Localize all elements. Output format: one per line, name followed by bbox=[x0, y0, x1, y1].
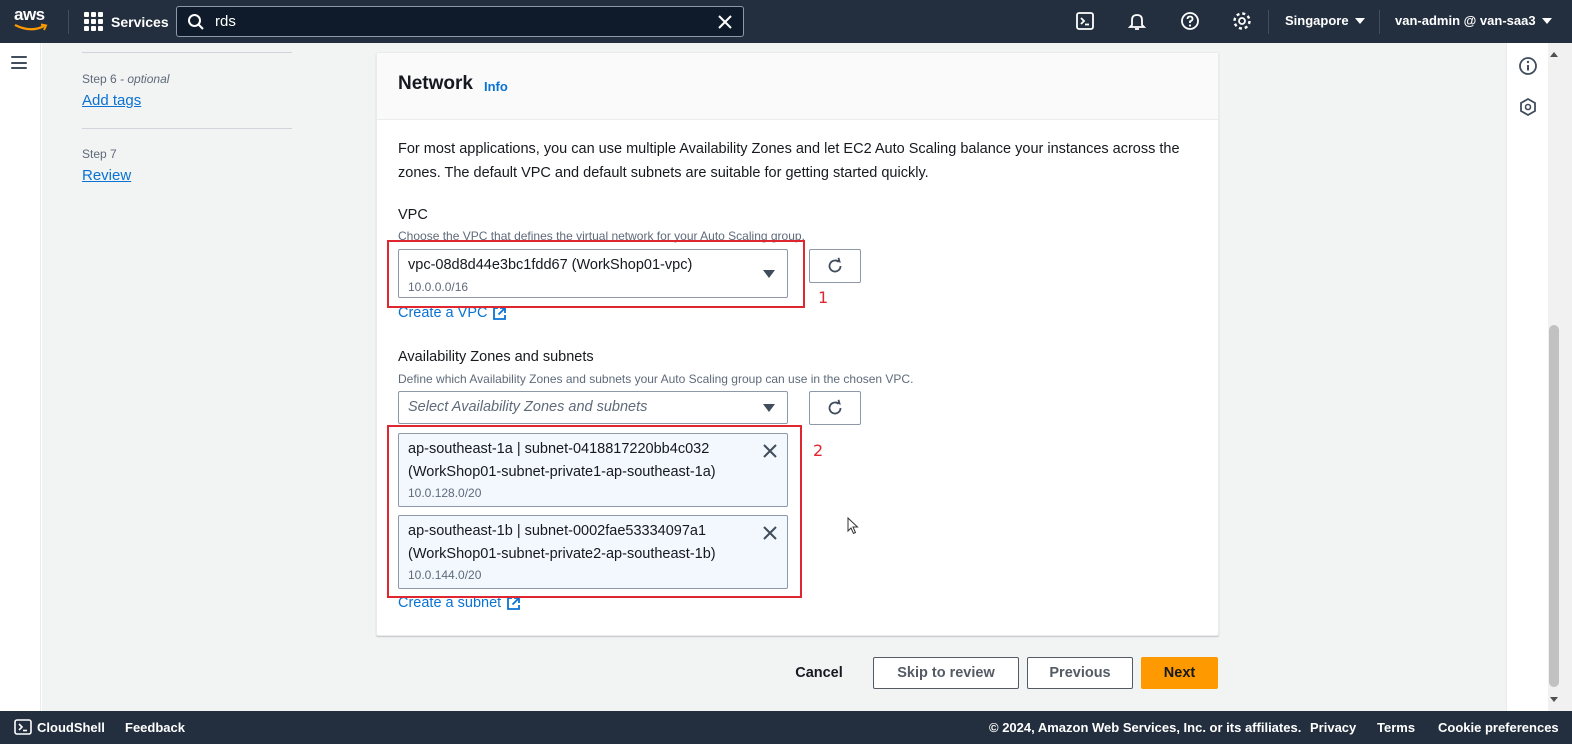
step-link-add-tags[interactable]: Add tags bbox=[82, 92, 292, 109]
cancel-button[interactable]: Cancel bbox=[782, 657, 856, 689]
refresh-icon bbox=[828, 399, 842, 415]
nav-divider bbox=[68, 10, 69, 34]
skip-to-review-button[interactable]: Skip to review bbox=[873, 657, 1019, 689]
caret-down-icon bbox=[1354, 17, 1365, 24]
annotation-label-2: 2 bbox=[813, 441, 824, 460]
search-box[interactable] bbox=[176, 6, 744, 37]
aws-smile-icon bbox=[14, 23, 48, 31]
wizard-steps: Step 6 - optional Add tags Step 7 Review bbox=[82, 52, 292, 184]
cloudshell-icon[interactable] bbox=[1075, 11, 1095, 31]
cloudshell-icon bbox=[14, 719, 32, 735]
panel-header: Network Info bbox=[377, 53, 1218, 120]
next-button[interactable]: Next bbox=[1141, 657, 1218, 689]
panel-title: Network bbox=[398, 73, 473, 94]
scroll-up-icon[interactable] bbox=[1549, 50, 1559, 60]
az-description: Define which Availability Zones and subn… bbox=[398, 372, 914, 386]
nav-divider bbox=[1268, 10, 1269, 34]
search-icon bbox=[188, 13, 204, 30]
footer-cookie-preferences[interactable]: Cookie preferences bbox=[1438, 720, 1559, 735]
vpc-refresh-button[interactable] bbox=[809, 249, 861, 283]
right-rail bbox=[1506, 43, 1548, 711]
search-input[interactable] bbox=[215, 13, 717, 30]
step-7-meta: Step 7 bbox=[82, 147, 117, 161]
annotation-label-1: 1 bbox=[818, 288, 829, 307]
az-refresh-button[interactable] bbox=[809, 391, 861, 425]
grid-icon bbox=[84, 12, 103, 31]
help-icon[interactable] bbox=[1180, 11, 1200, 31]
network-intro-text: For most applications, you can use multi… bbox=[398, 141, 1180, 181]
bell-icon[interactable] bbox=[1127, 11, 1147, 31]
footer-copyright: © 2024, Amazon Web Services, Inc. or its… bbox=[989, 720, 1302, 735]
step-link-review[interactable]: Review bbox=[82, 167, 292, 184]
az-label: Availability Zones and subnets bbox=[398, 349, 594, 365]
menu-icon[interactable] bbox=[11, 56, 27, 69]
clear-search-icon[interactable] bbox=[717, 14, 733, 30]
region-label: Singapore bbox=[1285, 13, 1349, 28]
footer-feedback[interactable]: Feedback bbox=[125, 720, 185, 735]
mouse-cursor-icon bbox=[847, 517, 859, 535]
annotation-box-2 bbox=[387, 425, 802, 598]
aws-logo[interactable]: aws bbox=[14, 6, 54, 36]
caret-down-icon bbox=[763, 404, 775, 412]
nav-divider bbox=[1379, 10, 1380, 34]
aws-logo-text: aws bbox=[14, 5, 45, 24]
gear-icon[interactable] bbox=[1232, 11, 1252, 31]
caret-down-icon bbox=[1541, 17, 1552, 24]
footer-cloudshell[interactable]: CloudShell bbox=[37, 720, 105, 735]
account-label: van-admin @ van-saa3 bbox=[1395, 13, 1536, 28]
footer-privacy[interactable]: Privacy bbox=[1310, 720, 1356, 735]
services-label: Services bbox=[111, 13, 169, 30]
hexagon-icon[interactable] bbox=[1518, 97, 1538, 117]
previous-button[interactable]: Previous bbox=[1027, 657, 1133, 689]
info-icon[interactable] bbox=[1518, 56, 1538, 76]
step-6-meta: Step 6 - optional bbox=[82, 72, 170, 86]
scrollbar-thumb[interactable] bbox=[1549, 325, 1559, 687]
footer-terms[interactable]: Terms bbox=[1377, 720, 1415, 735]
footer: CloudShell Feedback © 2024, Amazon Web S… bbox=[0, 711, 1572, 744]
refresh-icon bbox=[828, 257, 842, 273]
top-navigation: aws Services rds Singapore van-admin @ v… bbox=[0, 0, 1572, 43]
account-menu[interactable]: van-admin @ van-saa3 bbox=[1395, 13, 1552, 28]
services-menu[interactable]: Services bbox=[84, 12, 169, 31]
vpc-label: VPC bbox=[398, 207, 428, 223]
az-placeholder: Select Availability Zones and subnets bbox=[408, 399, 648, 415]
az-select[interactable]: Select Availability Zones and subnets bbox=[398, 391, 788, 424]
annotation-box-1 bbox=[387, 240, 805, 308]
left-rail bbox=[0, 43, 41, 711]
region-selector[interactable]: Singapore bbox=[1285, 13, 1365, 28]
scroll-down-icon[interactable] bbox=[1549, 694, 1559, 704]
info-link[interactable]: Info bbox=[484, 79, 508, 94]
